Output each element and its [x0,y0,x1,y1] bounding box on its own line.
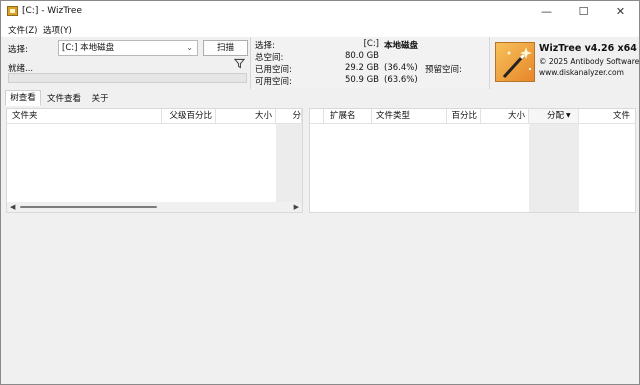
scan-progress-bar [8,73,247,83]
column-file-type[interactable]: 文件类型 [372,109,447,124]
scrollbar-thumb[interactable] [20,206,157,208]
chevron-down-icon: ⌄ [186,43,193,52]
tab-file-view[interactable]: 文件查看 [43,92,85,106]
filter-icon[interactable] [234,58,245,69]
drive-select[interactable]: [C:] 本地磁盘 ⌄ [58,40,198,56]
column-percent[interactable]: 百分比 [447,109,481,124]
reserved-space-label: 预留空间: [425,65,462,75]
wiztree-window: [C:] - WizTree — ☐ ✕ 文件(Z) 选项(Y) 选择: [C:… [0,0,640,385]
minimize-button[interactable]: — [528,1,565,22]
column-folder[interactable]: 文件夹 [7,109,162,124]
used-space-value: 29.2 GB [344,63,379,73]
total-space-value: 80.0 GB [344,51,379,61]
info-select-label: 选择: [255,41,275,51]
maximize-button[interactable]: ☐ [565,1,602,22]
column-files[interactable]: 文件 [579,109,635,124]
free-space-percent: (63.6%) [384,75,418,85]
column-color[interactable] [310,109,324,124]
info-drive-letter: [C:] [363,39,379,49]
folder-tree-panel[interactable]: 文件夹 父级百分比 大小 分 ◀ ▶ [6,108,303,213]
drive-info-panel: 选择: [C:] 本地磁盘 总空间: 80.0 GB 已用空间: 29.2 GB… [250,37,489,89]
free-space-label: 可用空间: [255,77,292,87]
used-space-label: 已用空间: [255,65,292,75]
copyright-text: © 2025 Antibody Software [539,57,640,66]
scan-button[interactable]: 扫描 [203,40,248,56]
column-allocated[interactable]: 分 [276,109,302,124]
used-space-percent: (36.4%) [384,63,418,73]
tab-about[interactable]: 关于 [87,92,113,106]
window-title: [C:] - WizTree [22,6,82,16]
scan-panel: 选择: [C:] 本地磁盘 ⌄ 扫描 就绪... [1,37,250,89]
product-name: WizTree v4.26 x64 [539,43,637,54]
column-size[interactable]: 大小 [216,109,276,124]
horizontal-scrollbar[interactable]: ◀ ▶ [7,202,302,212]
menu-bar: 文件(Z) 选项(Y) [1,22,639,37]
scroll-left-icon[interactable]: ◀ [10,203,15,211]
title-bar[interactable]: [C:] - WizTree — ☐ ✕ [1,1,639,22]
column-type-size[interactable]: 大小 [481,109,529,124]
sorted-column-fill [529,124,579,212]
total-space-label: 总空间: [255,53,284,63]
column-fill [276,124,302,203]
free-space-value: 50.9 GB [344,75,379,85]
sort-descending-icon: ▼ [566,112,571,119]
wiztree-logo [495,42,535,82]
website-link[interactable]: www.diskanalyzer.com [539,68,624,77]
treemap-area[interactable] [1,215,639,384]
file-types-panel[interactable]: 扩展名 文件类型 百分比 大小 分配 ▼ 文件 [309,108,636,213]
brand-panel[interactable]: WizTree v4.26 x64 © 2025 Antibody Softwa… [489,37,639,89]
scroll-right-icon[interactable]: ▶ [294,203,299,211]
app-icon [7,6,18,16]
column-parent-percent[interactable]: 父级百分比 [162,109,216,124]
menu-file[interactable]: 文件(Z) [8,24,37,36]
view-tabs: 树查看 文件查看 关于 [1,90,639,106]
column-allocation-label: 分配 [546,111,564,121]
select-label: 选择: [8,45,28,55]
info-drive-name: 本地磁盘 [384,41,419,51]
close-button[interactable]: ✕ [602,1,639,22]
tab-tree-view[interactable]: 树查看 [5,90,41,106]
column-extension[interactable]: 扩展名 [324,109,372,124]
wand-icon [502,47,532,79]
drive-select-value: [C:] 本地磁盘 [62,43,115,53]
column-allocation[interactable]: 分配 [529,109,579,124]
menu-options[interactable]: 选项(Y) [43,24,72,36]
